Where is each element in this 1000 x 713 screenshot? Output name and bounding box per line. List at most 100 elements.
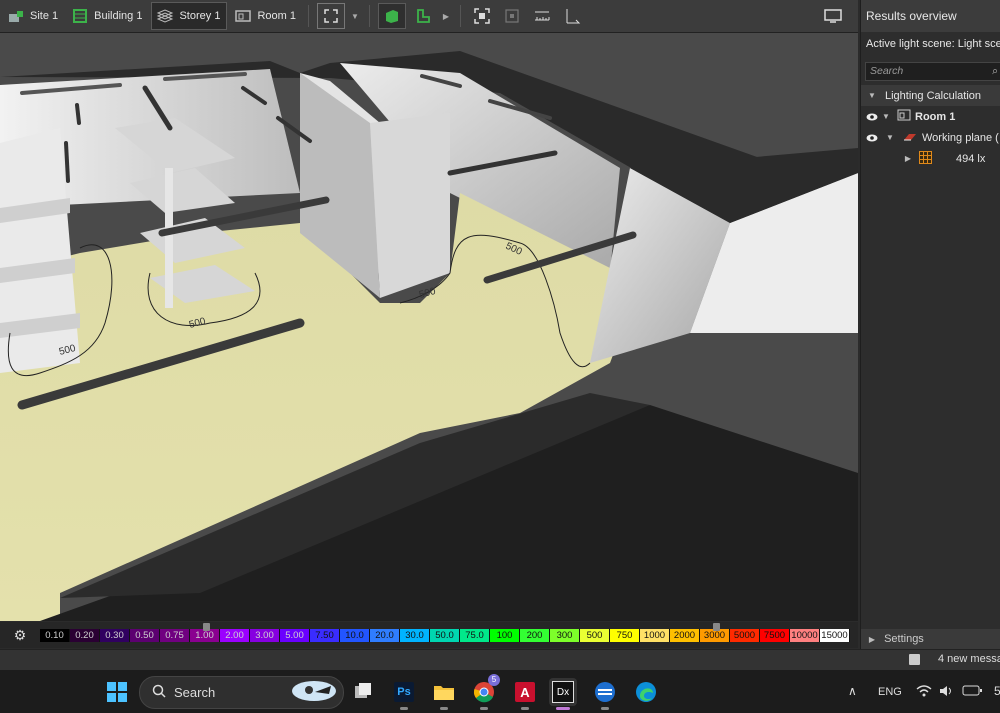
results-search-input[interactable]: Search ⌕: [865, 62, 1000, 81]
eye-icon[interactable]: [865, 134, 879, 142]
viewport-toolbar: Site 1 Building 1 Storey 1 Room 1 ▼ ▶: [0, 0, 858, 33]
fit-icon: [474, 8, 490, 24]
3d-viewport[interactable]: 500 500 500 500: [0, 33, 858, 621]
legend-cell: 75.0: [460, 628, 490, 642]
room-icon: [897, 109, 911, 124]
tree-item-room[interactable]: ▼ Room 1: [861, 106, 1000, 127]
solid-view-button[interactable]: [377, 3, 406, 29]
legend-cell: 10.0: [340, 628, 370, 642]
l-shape-icon: [417, 9, 430, 23]
legend-cell: 0.30: [100, 628, 130, 642]
results-panel: Results overview Active light scene: Lig…: [860, 0, 1000, 649]
select-mode-button[interactable]: [316, 3, 345, 29]
monitor-icon: [824, 9, 842, 23]
room-icon: [234, 9, 252, 23]
taskbar-dialux[interactable]: Dx: [549, 678, 577, 710]
volume-icon[interactable]: [939, 684, 955, 701]
eye-icon[interactable]: [865, 113, 879, 121]
task-view-icon: [355, 683, 371, 698]
select-mode-dropdown[interactable]: ▼: [349, 4, 361, 28]
tree-item-result-value[interactable]: ▶ 494 lx: [861, 148, 1000, 169]
breadcrumb-storey[interactable]: Storey 1: [151, 2, 228, 30]
settings-section[interactable]: ▶ Settings: [861, 629, 1000, 649]
save-icon[interactable]: [909, 654, 920, 665]
settings-label: Settings: [884, 633, 924, 645]
legend-cell: 50.0: [430, 628, 460, 642]
legend-cell: 0.20: [70, 628, 100, 642]
active-indicator: [556, 707, 570, 710]
site-icon: [7, 9, 25, 23]
legend-cell: 0.50: [130, 628, 160, 642]
taskbar-file-explorer[interactable]: [430, 678, 458, 710]
measure-horizontal-button[interactable]: [529, 4, 555, 28]
taskbar-search[interactable]: Search: [139, 676, 344, 709]
messages-indicator[interactable]: 4 new messa: [938, 653, 1000, 665]
legend-cell: 200: [520, 628, 550, 642]
breadcrumb-site[interactable]: Site 1: [3, 3, 64, 29]
taskbar-chrome[interactable]: 5: [470, 674, 500, 710]
search-highlight-icon: [291, 680, 337, 705]
legend-max-handle[interactable]: [713, 622, 720, 631]
legend-cell: 15000: [820, 628, 850, 642]
ruler-horizontal-icon: [534, 11, 550, 21]
focus-selection-button[interactable]: [499, 4, 525, 28]
tree-item-label: 494 lx: [956, 152, 986, 165]
selection-corners-icon: [324, 9, 338, 23]
clock[interactable]: 5: [994, 684, 1000, 698]
chevron-up-icon[interactable]: ∧: [848, 684, 857, 698]
legend-cell: 7.50: [310, 628, 340, 642]
legend-cell: 7500: [760, 628, 790, 642]
breadcrumb-room[interactable]: Room 1: [230, 3, 302, 29]
language-indicator[interactable]: ENG: [878, 686, 902, 698]
legend-cell: 300: [550, 628, 580, 642]
focus-icon: [505, 9, 519, 23]
legend-settings-button[interactable]: ⚙: [0, 622, 40, 648]
start-button[interactable]: [103, 678, 131, 706]
taskbar-autocad[interactable]: A: [511, 678, 539, 710]
search-placeholder: Search: [870, 65, 904, 77]
taskbar-edge[interactable]: [632, 678, 660, 706]
taskbar-app[interactable]: [591, 678, 619, 710]
task-view-button[interactable]: [349, 678, 377, 706]
storey-icon: [156, 9, 174, 23]
legend-cell: 20.0: [370, 628, 400, 642]
tree-item-lighting-calculation[interactable]: ▼ Lighting Calculation: [861, 85, 1000, 106]
more-views-arrow[interactable]: ▶: [440, 4, 452, 28]
legend-cell: 5000: [730, 628, 760, 642]
legend-cell: 10000: [790, 628, 820, 642]
chevron-right-icon[interactable]: ▶: [901, 154, 915, 163]
toolbar-separator: [307, 5, 309, 27]
chevron-down-icon[interactable]: ▼: [879, 112, 893, 121]
fit-view-button[interactable]: [469, 4, 495, 28]
photoshop-icon: Ps: [394, 682, 414, 702]
search-icon: ⌕: [992, 65, 998, 77]
active-light-scene: Active light scene: Light scene: [866, 38, 1000, 50]
windows-taskbar: Search Ps 5 A Dx ∧ ENG 5: [0, 670, 1000, 713]
measure-vertical-button[interactable]: [559, 4, 585, 28]
notification-badge: 5: [488, 674, 500, 686]
running-indicator: [480, 707, 488, 710]
chevron-down-icon[interactable]: ▼: [883, 133, 897, 142]
battery-icon[interactable]: [962, 684, 982, 699]
breadcrumb-room-label: Room 1: [257, 10, 296, 22]
wifi-icon[interactable]: [916, 684, 932, 701]
legend-scale[interactable]: 0.10 0.20 0.30 0.50 0.75 1.00 2.00 3.00 5.00 7.50…: [40, 622, 850, 642]
running-indicator: [601, 707, 609, 710]
tree-item-working-plane[interactable]: ▼ Working plane (: [861, 127, 1000, 148]
display-options-button[interactable]: [820, 4, 846, 28]
floor-view-button[interactable]: [410, 4, 436, 28]
legend-min-handle[interactable]: [203, 622, 210, 631]
legend-cell: 2000: [670, 628, 700, 642]
legend-cell: 100: [490, 628, 520, 642]
breadcrumb-building[interactable]: Building 1: [67, 3, 148, 29]
ruler-vertical-icon: [566, 9, 581, 24]
legend-cell: 0.10: [40, 628, 70, 642]
results-panel-title: Results overview: [861, 0, 1000, 32]
taskbar-search-label: Search: [174, 685, 216, 700]
breadcrumb-site-label: Site 1: [30, 10, 59, 22]
breadcrumb-building-label: Building 1: [94, 10, 143, 22]
taskbar-photoshop[interactable]: Ps: [390, 678, 418, 710]
solid-cube-icon: [385, 10, 398, 23]
toolbar-separator: [459, 5, 461, 27]
folder-icon: [434, 686, 454, 700]
